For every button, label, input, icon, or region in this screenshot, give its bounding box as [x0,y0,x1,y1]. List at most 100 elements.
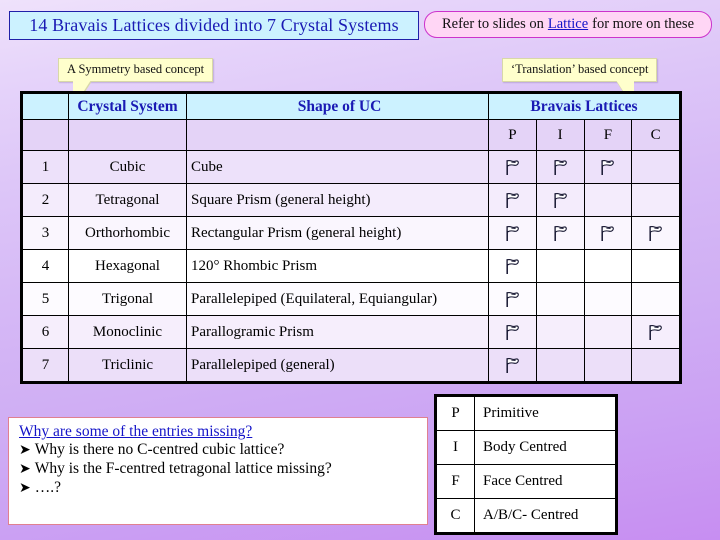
lattice-cell-c [631,249,680,283]
pennant-flag-icon [553,225,568,242]
pennant-flag-icon [600,225,615,242]
subheader-blank-sys [68,119,187,151]
question-bullet-text: ….? [34,478,61,496]
legend-table: P Primitive I Body Centred F Face Centred C A/B… [436,396,616,533]
lattice-cell-f [583,282,633,316]
lattice-cell-f [583,348,633,382]
callout-symmetry: A Symmetry based concept [58,58,214,94]
pennant-flag-icon [505,258,520,275]
question-bullet: ➤ Why is there no C-centred cubic lattice… [19,441,419,460]
question-bullet: ➤….? [19,479,419,498]
subheader-i: I [535,119,585,151]
lattice-cell-c [631,183,680,217]
legend-row: C A/B/C- Centred [436,498,616,533]
lattice-cell-c [631,216,680,250]
question-bullet-text: Why is the F-centred tetragonal lattice … [34,460,332,478]
row-number: 7 [22,348,69,382]
pennant-flag-icon [505,291,520,308]
refer-note-after: for more on these [592,16,695,32]
pennant-flag-icon [600,159,615,176]
subheader-blank-num [22,119,69,151]
lattice-cell-f [583,249,633,283]
crystal-system-cell: Orthorhombic [68,216,187,250]
pennant-flag-icon [505,159,520,176]
lattice-cell-i [535,150,585,184]
table-row: 2 Tetragonal Square Prism (general height) [22,183,680,217]
shape-of-uc-cell: Parallogramic Prism [186,315,489,349]
lattice-cell-i [535,216,585,250]
refer-note-before: Refer to slides on [441,16,544,32]
legend-row: P Primitive [436,396,616,431]
subheader-p: P [488,119,537,151]
row-number: 3 [22,216,69,250]
crystal-system-cell: Hexagonal [68,249,187,283]
header-crystal-system: Crystal System [68,93,187,120]
lattice-cell-p [488,216,537,250]
subheader-f: F [583,119,633,151]
pennant-flag-icon [505,357,520,374]
legend-value: A/B/C- Centred [474,498,616,533]
question-bullet-text: Why is there no C-centred cubic lattice? [34,441,285,459]
callout-translation-label: ‘Translation’ based concept [511,62,649,76]
lattice-cell-c [631,315,680,349]
legend-body: P Primitive I Body Centred F Face Centred C A/B… [436,396,616,533]
callout-tail-icon [73,80,91,94]
lattice-cell-p [488,282,537,316]
row-number: 4 [22,249,69,283]
question-bullet: ➤ Why is the F-centred tetragonal lattice… [19,460,419,479]
pennant-flag-icon [648,225,663,242]
crystal-system-cell: Trigonal [68,282,187,316]
shape-of-uc-cell: Square Prism (general height) [186,183,489,217]
legend-key: C [436,498,475,533]
table-subheader-row: P I F C [22,119,680,151]
lattice-cell-f [583,315,633,349]
callout-symmetry-label: A Symmetry based concept [67,62,205,76]
crystal-system-cell: Monoclinic [68,315,187,349]
pennant-flag-icon [648,324,663,341]
question-bullet-list: ➤ Why is there no C-centred cubic lattice… [19,441,419,497]
row-number: 2 [22,183,69,217]
lattice-cell-f [583,216,633,250]
shape-of-uc-cell: Rectangular Prism (general height) [186,216,489,250]
lattice-cell-i [535,183,585,217]
row-number: 5 [22,282,69,316]
shape-of-uc-cell: Parallelepiped (Equilateral, Equiangular… [186,282,489,316]
legend-value: Face Centred [474,464,616,499]
callout-tail-icon [616,80,635,94]
lattice-cell-c [631,282,680,316]
question-box: Why are some of the entries missing? ➤ Wh… [8,417,428,525]
question-heading: Why are some of the entries missing? [19,423,253,440]
shape-of-uc-cell: 120° Rhombic Prism [186,249,489,283]
lattice-cell-i [535,249,585,283]
header-bravais-lattices: Bravais Lattices [488,93,680,120]
table-header-row: Crystal System Shape of UC Bravais Latti… [22,93,680,120]
crystal-system-cell: Triclinic [68,348,187,382]
lattice-cell-p [488,249,537,283]
callout-translation: ‘Translation’ based concept [502,58,658,94]
table-body: Crystal System Shape of UC Bravais Latti… [22,93,680,382]
table-row: 3 Orthorhombic Rectangular Prism (general … [22,216,680,250]
lattice-cell-i [535,348,585,382]
header-blank [22,93,69,120]
table-row: 6 Monoclinic Parallogramic Prism [22,315,680,349]
pennant-flag-icon [505,225,520,242]
lattice-link[interactable]: Lattice [548,16,588,33]
legend-row: F Face Centred [436,464,616,499]
legend-value: Body Centred [474,430,616,465]
lattice-cell-i [535,282,585,316]
shape-of-uc-cell: Cube [186,150,489,184]
crystal-system-cell: Tetragonal [68,183,187,217]
row-number: 6 [22,315,69,349]
legend-value: Primitive [474,396,616,431]
lattice-cell-i [535,315,585,349]
lattice-cell-p [488,150,537,184]
table-row: 1 Cubic Cube [22,150,680,184]
legend-key: F [436,464,475,499]
lattice-cell-p [488,348,537,382]
table-row: 4 Hexagonal 120° Rhombic Prism [22,249,680,283]
page-title-text: 14 Bravais Lattices divided into 7 Cryst… [29,15,399,35]
legend-key: P [436,396,475,431]
lattice-cell-f [583,150,633,184]
table-row: 7 Triclinic Parallelepiped (general) [22,348,680,382]
refer-note: Refer to slides on Lattice for more on t… [424,11,712,38]
